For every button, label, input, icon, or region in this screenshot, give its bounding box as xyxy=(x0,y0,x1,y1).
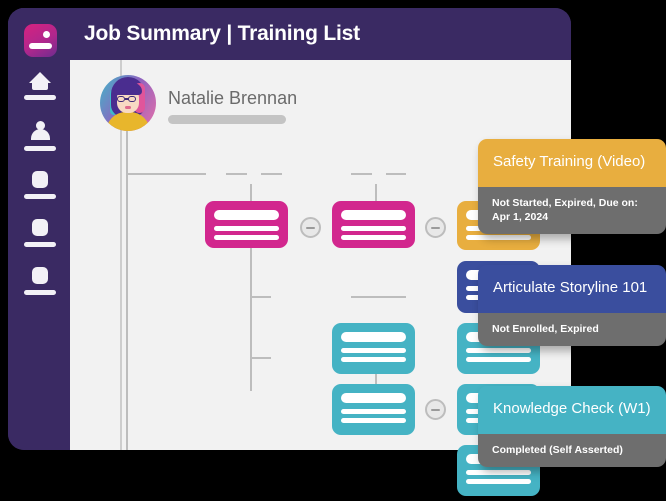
home-underline xyxy=(24,95,56,100)
profile-name: Natalie Brennan xyxy=(168,88,298,108)
glasses-icon xyxy=(128,96,136,102)
collapse-toggle-icon[interactable] xyxy=(425,399,446,420)
screenshot-stage: Job Summary | Training List Natalie Bren… xyxy=(0,0,666,501)
training-card[interactable]: Knowledge Check (W1) Completed (Self Ass… xyxy=(478,386,666,467)
connector-branch-to-n5 xyxy=(250,296,271,298)
logo-bar-shape xyxy=(29,43,52,49)
avatar-fringe xyxy=(114,83,142,95)
connector-toggle2-to-n3 xyxy=(386,173,406,175)
connector-root-to-n1 xyxy=(126,173,206,175)
collapse-toggle-icon[interactable] xyxy=(300,217,321,238)
training-card-title: Safety Training (Video) xyxy=(478,139,666,187)
module-2-underline xyxy=(24,242,56,247)
sidebar-item-people[interactable] xyxy=(8,121,70,155)
training-card-title: Articulate Storyline 101 xyxy=(478,265,666,313)
avatar[interactable] xyxy=(100,75,156,131)
tree-node[interactable] xyxy=(332,384,415,435)
connector-n2-to-toggle2 xyxy=(351,173,372,175)
training-card-title: Knowledge Check (W1) xyxy=(478,386,666,434)
training-card-status: Completed (Self Asserted) xyxy=(478,433,666,467)
training-card[interactable]: Safety Training (Video) Not Started, Exp… xyxy=(478,139,666,234)
sidebar-item-app-logo[interactable] xyxy=(24,24,57,57)
logo-icon xyxy=(43,31,50,38)
tree-node[interactable] xyxy=(332,323,415,374)
person-icon xyxy=(29,121,51,140)
sidebar-item-module-3[interactable] xyxy=(8,267,70,299)
collapse-toggle-icon[interactable] xyxy=(425,217,446,238)
glasses-bridge xyxy=(125,98,129,100)
profile-subtitle-placeholder xyxy=(168,115,286,124)
square-icon xyxy=(32,267,48,284)
sidebar-item-home[interactable] xyxy=(8,72,70,106)
connector-n1-to-toggle1 xyxy=(226,173,247,175)
tree-node[interactable] xyxy=(332,201,415,248)
app-topbar: Job Summary | Training List xyxy=(8,8,571,60)
module-3-underline xyxy=(24,290,56,295)
training-card-status: Not Started, Expired, Due on: Apr 1, 202… xyxy=(478,186,666,234)
sidebar-item-module-1[interactable] xyxy=(8,171,70,203)
square-icon xyxy=(32,219,48,236)
training-card-status: Not Enrolled, Expired xyxy=(478,312,666,346)
connector-toggle1-to-n2 xyxy=(261,173,282,175)
sidebar-item-module-2[interactable] xyxy=(8,219,70,251)
page-title: Job Summary | Training List xyxy=(84,22,360,45)
connector-n5-to-n6 xyxy=(351,296,406,298)
people-underline xyxy=(24,146,56,151)
module-1-underline xyxy=(24,194,56,199)
square-icon xyxy=(32,171,48,188)
connector-branch-to-n7 xyxy=(250,357,271,359)
sidebar xyxy=(8,8,70,450)
home-icon xyxy=(29,72,51,90)
training-card[interactable]: Articulate Storyline 101 Not Enrolled, E… xyxy=(478,265,666,346)
glasses-icon xyxy=(117,96,125,102)
connector-root-vertical xyxy=(126,131,128,450)
tree-node[interactable] xyxy=(205,201,288,248)
avatar-mouth xyxy=(125,106,131,109)
